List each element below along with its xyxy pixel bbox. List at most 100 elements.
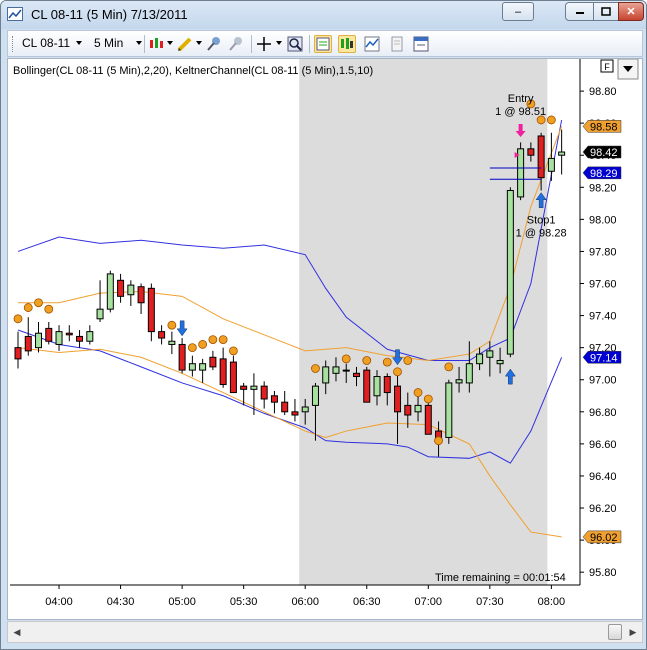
chart-window: CL 08-11 (5 Min) 7/13/2011 – ✕ CL 08-11 … bbox=[0, 0, 647, 650]
instrument-dropdown-icon[interactable] bbox=[76, 41, 82, 45]
entry-detail: 1 @ 98.51 bbox=[495, 106, 546, 118]
x-tick-label: 05:30 bbox=[230, 596, 258, 608]
candle-down bbox=[229, 361, 237, 394]
properties-icon[interactable] bbox=[412, 35, 430, 53]
scroll-right-icon[interactable]: ▶ bbox=[626, 625, 640, 639]
y-tick-label: 97.60 bbox=[589, 279, 617, 291]
pin-disabled-icon[interactable] bbox=[227, 35, 245, 53]
candle-down bbox=[24, 335, 32, 352]
candle-up bbox=[455, 379, 463, 384]
candle-down bbox=[394, 385, 402, 413]
scroll-thumb[interactable] bbox=[608, 624, 622, 640]
crosshair-dropdown-icon[interactable] bbox=[276, 41, 282, 45]
signal-dot bbox=[229, 346, 238, 356]
y-tick-label: 97.40 bbox=[589, 311, 617, 323]
toolbar-separator bbox=[251, 35, 252, 53]
candle-up bbox=[35, 332, 43, 349]
strategies-icon[interactable] bbox=[388, 35, 406, 53]
chart-style-dropdown-icon[interactable] bbox=[167, 41, 173, 45]
y-tick-label: 96.40 bbox=[589, 471, 617, 483]
stop-detail: 1 @ 98.28 bbox=[516, 228, 567, 240]
pencil-icon[interactable] bbox=[176, 35, 194, 53]
candle-up bbox=[55, 331, 63, 345]
candle-down bbox=[158, 331, 166, 339]
chart-style-icon[interactable] bbox=[148, 35, 166, 53]
signal-dot bbox=[311, 364, 320, 373]
x-tick-label: 07:30 bbox=[476, 596, 504, 608]
candle-down bbox=[76, 335, 84, 342]
drawing-dropdown-icon[interactable] bbox=[196, 41, 202, 45]
time-remaining: Time remaining = 00:01:54 bbox=[435, 572, 566, 584]
signal-dot bbox=[444, 362, 454, 372]
minimize-window-button[interactable] bbox=[565, 2, 594, 21]
signal-dot bbox=[423, 394, 433, 404]
y-tick-label: 96.60 bbox=[589, 439, 617, 451]
signal-dot bbox=[34, 298, 43, 308]
candle-up bbox=[168, 340, 176, 345]
signal-dot bbox=[167, 320, 177, 330]
x-tick-label: 07:00 bbox=[415, 596, 443, 608]
horizontal-scrollbar[interactable]: ◀ ▶ bbox=[7, 621, 643, 643]
candle-down bbox=[65, 332, 73, 336]
candle-down bbox=[240, 385, 248, 390]
signal-dot bbox=[382, 357, 392, 367]
crosshair-icon[interactable] bbox=[255, 35, 273, 53]
toolbar-separator bbox=[309, 35, 310, 53]
candle-up bbox=[558, 151, 566, 156]
chart-options-f-label: F bbox=[604, 62, 610, 72]
y-tick-label: 98.20 bbox=[589, 182, 617, 194]
candle-up bbox=[250, 385, 258, 390]
candle-down bbox=[281, 401, 289, 413]
candle-up bbox=[486, 350, 494, 358]
signal-dot bbox=[413, 388, 423, 397]
close-button[interactable]: ✕ bbox=[618, 2, 644, 21]
candle-down bbox=[424, 404, 432, 435]
candle-down bbox=[209, 356, 217, 368]
candle-down bbox=[219, 358, 227, 386]
toolbar-grip[interactable] bbox=[12, 36, 14, 52]
candle-down bbox=[527, 148, 535, 156]
candle-up bbox=[342, 369, 350, 372]
candle-down bbox=[404, 404, 412, 416]
candle-down bbox=[260, 385, 268, 400]
y-tick-label: 96.20 bbox=[589, 503, 617, 515]
scroll-left-icon[interactable]: ◀ bbox=[10, 625, 24, 639]
signal-dot bbox=[218, 335, 228, 345]
candle-up bbox=[496, 359, 504, 365]
chart-panel[interactable]: 04:00 04:30 05:00 05:30 06:00 06:30 07:00 07:30… bbox=[7, 58, 643, 620]
candle-down bbox=[352, 372, 360, 378]
data-box-icon[interactable] bbox=[314, 35, 332, 53]
signal-dot bbox=[362, 356, 372, 365]
candle-up bbox=[301, 406, 309, 413]
y-tick-label: 96.80 bbox=[589, 407, 617, 419]
candle-down bbox=[45, 327, 53, 342]
signal-dot bbox=[393, 367, 402, 377]
candle-up bbox=[332, 366, 340, 374]
pin-icon[interactable] bbox=[205, 35, 223, 53]
zoom-icon[interactable] bbox=[286, 35, 304, 53]
instrument-selector[interactable]: CL 08-11 bbox=[22, 36, 70, 50]
candle-down bbox=[537, 135, 545, 179]
indicator-label: Bollinger(CL 08-11 (5 Min),2,20), Keltne… bbox=[13, 65, 373, 77]
maximize-button[interactable] bbox=[593, 2, 619, 21]
indicators-icon[interactable] bbox=[363, 35, 381, 53]
x-tick-label: 04:30 bbox=[107, 596, 135, 608]
title-bar[interactable]: CL 08-11 (5 Min) 7/13/2011 – ✕ bbox=[1, 1, 646, 29]
minimize-button[interactable]: – bbox=[502, 2, 534, 21]
candle-up bbox=[127, 284, 135, 296]
interval-dropdown-icon[interactable] bbox=[136, 41, 142, 45]
interval-selector[interactable]: 5 Min bbox=[94, 36, 123, 50]
price-marker-label: 98.58 bbox=[590, 121, 618, 133]
chart-trader-icon[interactable] bbox=[338, 35, 356, 53]
x-tick-label: 08:00 bbox=[538, 596, 566, 608]
price-chart[interactable]: 04:00 04:30 05:00 05:30 06:00 06:30 07:00 07:30… bbox=[8, 59, 642, 619]
candle-up bbox=[322, 366, 330, 384]
candle-up bbox=[106, 273, 114, 310]
candle-up bbox=[547, 157, 555, 172]
candle-down bbox=[147, 287, 155, 333]
chart-app-icon bbox=[7, 7, 23, 21]
x-tick-label: 04:00 bbox=[45, 596, 73, 608]
candle-down bbox=[363, 369, 371, 403]
candle-up bbox=[445, 382, 453, 438]
candle-up bbox=[311, 385, 319, 406]
